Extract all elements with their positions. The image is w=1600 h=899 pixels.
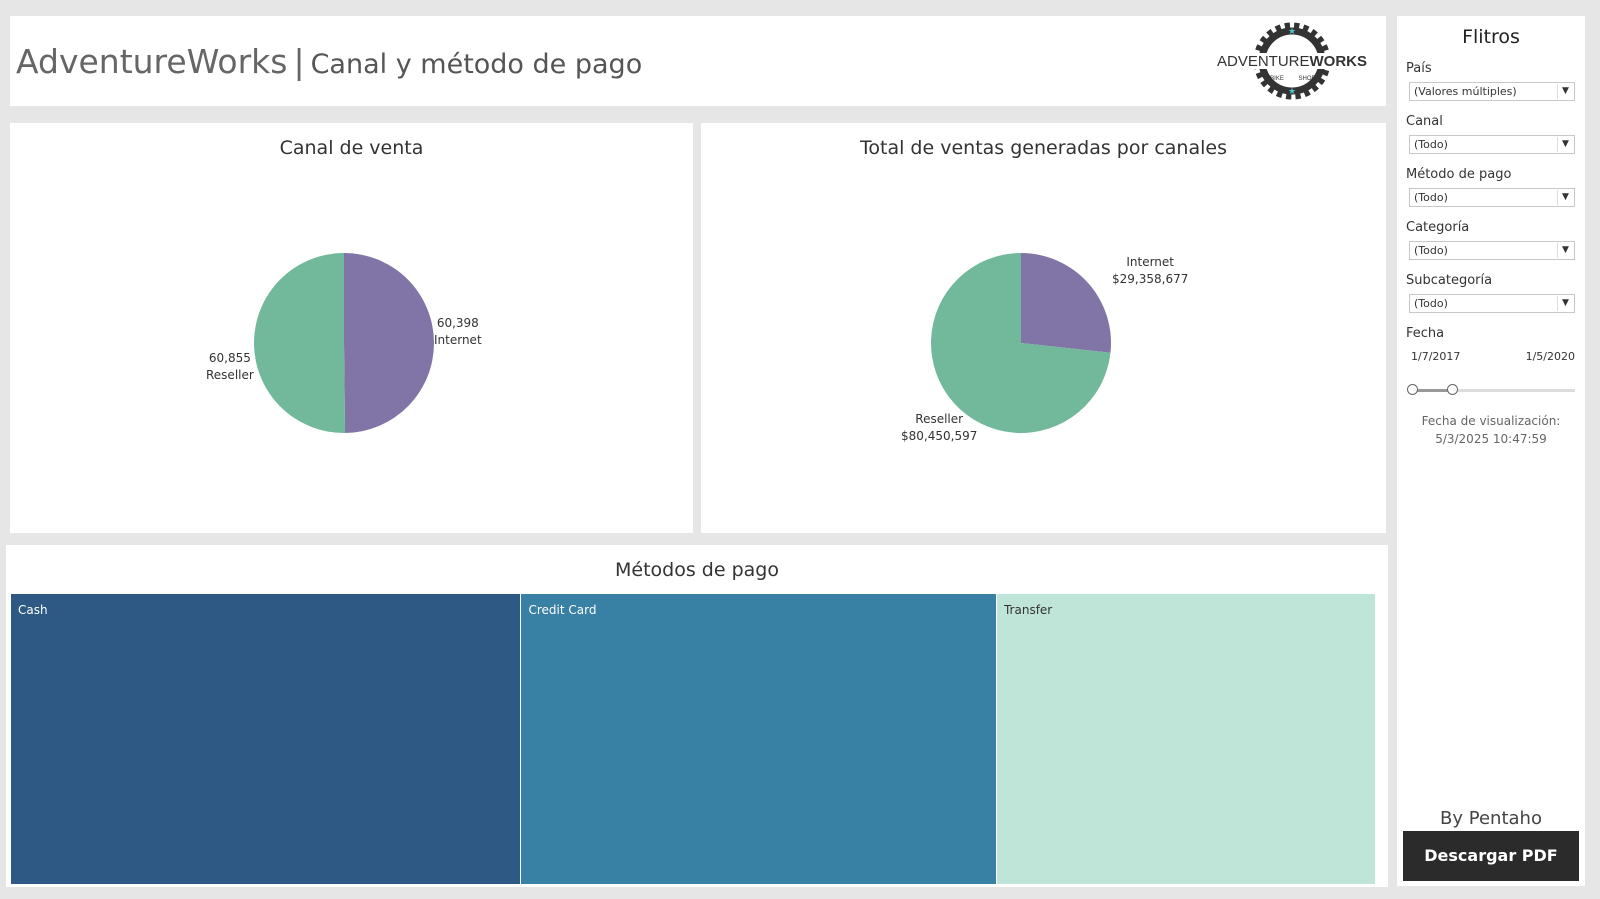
date-range-slider[interactable] [1407, 384, 1575, 395]
chevron-down-icon[interactable]: ▼ [1557, 243, 1573, 258]
filter-label-categoria: Categoría [1406, 220, 1470, 235]
date-range-end: 1/5/2020 [1525, 350, 1575, 363]
canal-de-venta-chart: Canal de venta 60,398 Internet 60,855 Re… [10, 123, 693, 533]
title-separator: | [293, 42, 305, 81]
view-date-label: Fecha de visualización: [1421, 414, 1561, 428]
pie-slice-reseller[interactable] [253, 253, 346, 433]
svg-text:★: ★ [1288, 27, 1296, 37]
date-slider-end-handle[interactable] [1447, 384, 1458, 395]
filter-metodo-select[interactable]: (Todo) ▼ [1409, 188, 1575, 207]
filters-panel: Flitros País (Valores múltiples) ▼ Canal… [1397, 16, 1585, 886]
pie-chart-canal [253, 253, 434, 433]
page-subtitle: Canal y método de pago [310, 49, 643, 80]
filter-label-fecha: Fecha [1406, 326, 1445, 341]
filter-categoria-select[interactable]: (Todo) ▼ [1409, 241, 1575, 260]
filters-title: Flitros [1462, 26, 1520, 48]
filter-value: (Todo) [1414, 138, 1448, 151]
treemap-cell-cash[interactable]: Cash [11, 594, 521, 884]
dashboard-header: AdventureWorks | Canal y método de pago ★ … [10, 16, 1386, 106]
chevron-down-icon[interactable]: ▼ [1557, 137, 1573, 152]
treemap-label: Cash [18, 603, 48, 617]
pie-slice-internet[interactable] [1021, 253, 1111, 353]
pie-label-reseller: Reseller $80,450,597 [901, 411, 977, 445]
svg-text:BIKE: BIKE [1270, 76, 1284, 82]
pie-slice-internet[interactable] [344, 253, 434, 433]
adventureworks-logo: ★ ★ ADVENTUREWORKS BIKE SHOP [1217, 20, 1367, 102]
filter-label-metodo: Método de pago [1406, 167, 1512, 182]
filter-pais-select[interactable]: (Valores múltiples) ▼ [1409, 82, 1575, 101]
view-date-value: 5/3/2025 10:47:59 [1435, 432, 1547, 446]
svg-text:★: ★ [1288, 87, 1296, 97]
filter-value: (Todo) [1414, 191, 1448, 204]
chevron-down-icon[interactable]: ▼ [1557, 84, 1573, 99]
filter-label-pais: País [1406, 61, 1432, 76]
filter-value: (Todo) [1414, 297, 1448, 310]
pie-label-internet: Internet $29,358,677 [1112, 254, 1188, 288]
treemap-cell-credit-card[interactable]: Credit Card [521, 594, 996, 884]
chevron-down-icon[interactable]: ▼ [1557, 190, 1573, 205]
pie-label-name: Reseller [915, 412, 964, 426]
by-pentaho-text: By Pentaho [1440, 808, 1542, 829]
pie-label-value: 60,398 [436, 316, 479, 330]
pie-chart-ventas [931, 253, 1111, 433]
filter-label-canal: Canal [1406, 114, 1443, 129]
filter-value: (Valores múltiples) [1414, 85, 1517, 98]
treemap-cell-transfer[interactable]: Transfer [996, 594, 1375, 884]
filter-canal-select[interactable]: (Todo) ▼ [1409, 135, 1575, 154]
pie-label-value: $29,358,677 [1112, 272, 1189, 286]
pie-label-value: 60,855 [208, 351, 251, 365]
view-date: Fecha de visualización: 5/3/2025 10:47:5… [1397, 412, 1585, 448]
download-pdf-button[interactable]: Descargar PDF [1403, 831, 1579, 881]
page-title: AdventureWorks | Canal y método de pago [16, 42, 642, 81]
date-range-start: 1/7/2017 [1411, 350, 1461, 363]
svg-text:SHOP: SHOP [1298, 76, 1315, 82]
treemap-label: Credit Card [528, 603, 597, 617]
date-slider-start-handle[interactable] [1407, 384, 1418, 395]
ventas-por-canales-chart: Total de ventas generadas por canales In… [701, 123, 1386, 533]
pie-label-name: Internet [1126, 255, 1174, 269]
filter-subcategoria-select[interactable]: (Todo) ▼ [1409, 294, 1575, 313]
treemap-label: Transfer [1003, 603, 1053, 617]
pie-label-name: Internet [434, 333, 482, 347]
chart-title: Métodos de pago [615, 559, 779, 581]
chevron-down-icon[interactable]: ▼ [1557, 296, 1573, 311]
filter-value: (Todo) [1414, 244, 1448, 257]
pie-label-internet: 60,398 Internet [434, 315, 482, 349]
pie-label-name: Reseller [206, 368, 254, 382]
treemap: Cash Credit Card Transfer [11, 594, 1376, 884]
brand-title: AdventureWorks [16, 42, 288, 81]
pie-label-reseller: 60,855 Reseller [206, 350, 254, 384]
filter-label-subcategoria: Subcategoría [1406, 273, 1493, 288]
metodos-de-pago-chart: Métodos de pago Cash Credit Card Transfe… [6, 545, 1388, 887]
svg-text:ADVENTUREWORKS: ADVENTUREWORKS [1217, 53, 1367, 70]
pie-label-value: $80,450,597 [901, 429, 978, 443]
